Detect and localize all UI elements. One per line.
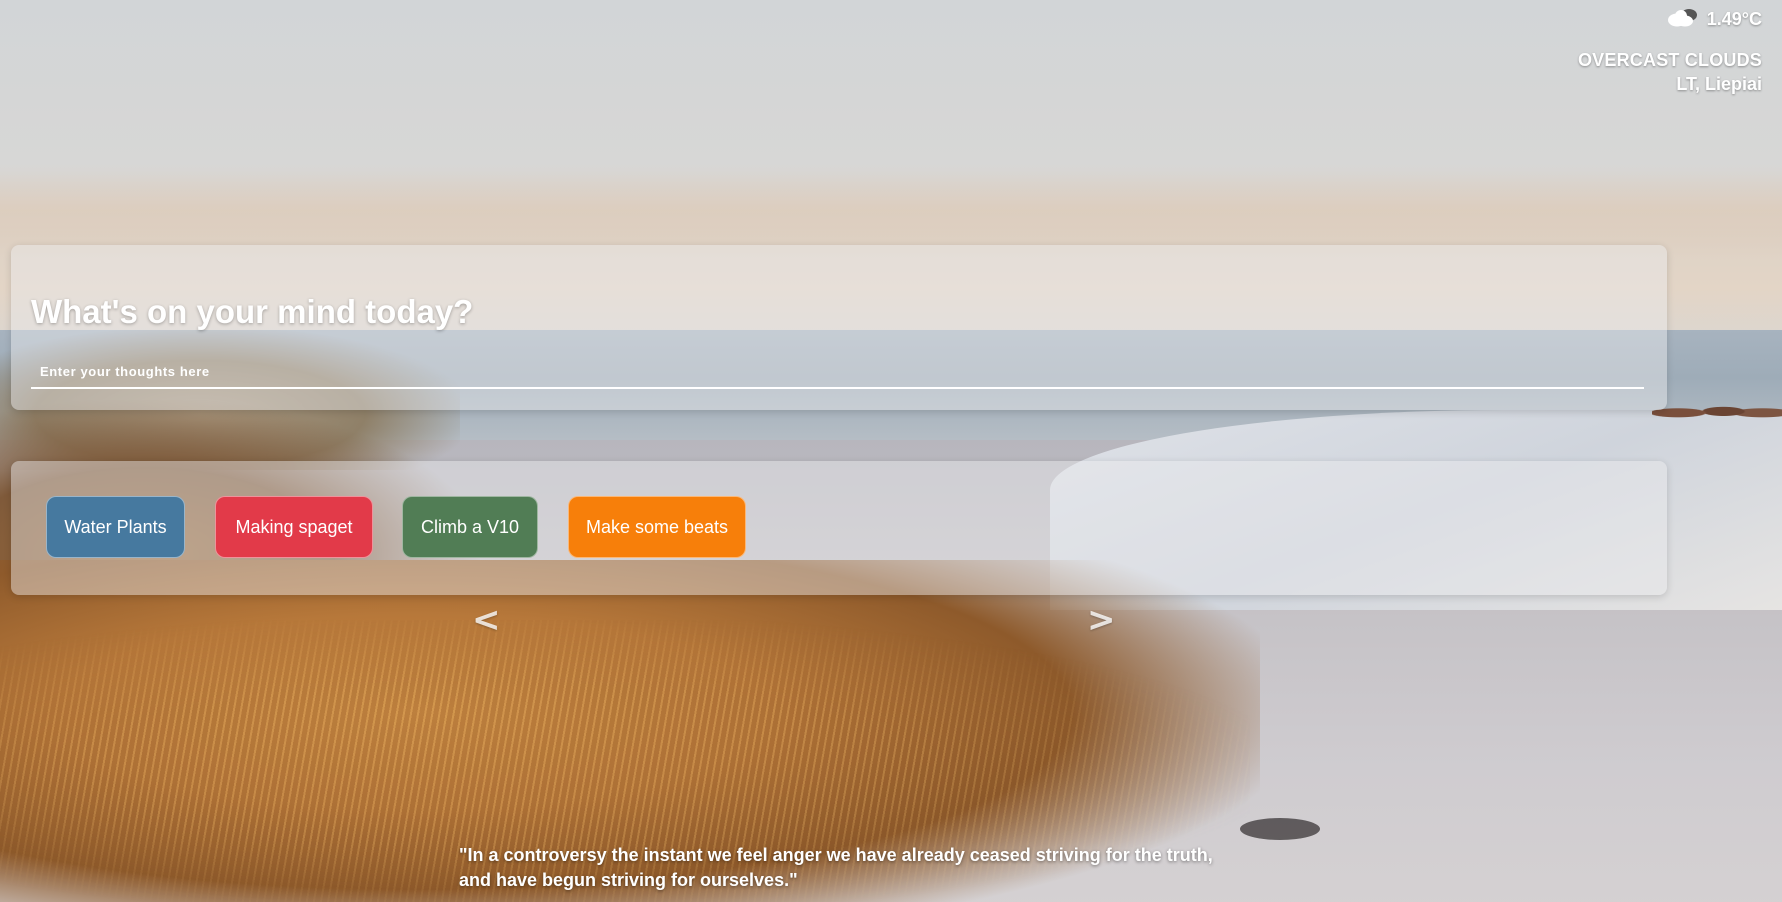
tasks-panel: Water Plants Making spaget Climb a V10 M…	[11, 461, 1667, 595]
thoughts-input[interactable]	[31, 355, 1644, 389]
task-chip-making-spaget[interactable]: Making spaget	[215, 496, 373, 558]
weather-description: OVERCAST CLOUDS	[1577, 50, 1762, 70]
weather-location: LT, Liepiai	[1676, 74, 1762, 94]
prev-arrow-button[interactable]: <	[472, 600, 501, 640]
cloud-icon	[1665, 6, 1701, 33]
weather-widget: 1.49°C OVERCAST CLOUDS LT, Liepiai	[1578, 6, 1762, 96]
task-chip-water-plants[interactable]: Water Plants	[46, 496, 185, 558]
task-chip-climb-v10[interactable]: Climb a V10	[402, 496, 538, 558]
task-chip-make-some-beats[interactable]: Make some beats	[568, 496, 746, 558]
temperature: 1.49°C	[1706, 8, 1762, 29]
quote-text: "In a controversy the instant we feel an…	[459, 845, 1213, 890]
background-image	[0, 0, 1782, 902]
mind-panel: What's on your mind today?	[11, 245, 1667, 410]
mind-title: What's on your mind today?	[31, 293, 474, 330]
next-arrow-button[interactable]: >	[1087, 600, 1116, 640]
